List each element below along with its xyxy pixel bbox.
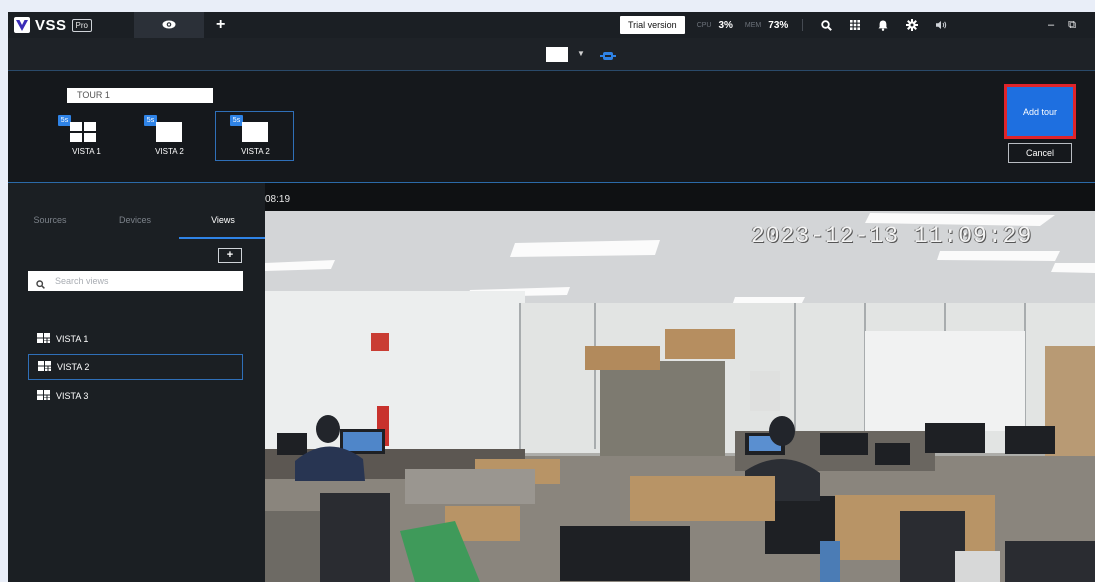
view-layout-icon: [37, 330, 50, 348]
tour-name-field[interactable]: TOUR 1: [67, 88, 213, 103]
view-layout-icon: [37, 387, 50, 405]
vss-app-window: VSS Pro + Trial version CPU 3% MEM 73% –…: [8, 12, 1095, 582]
view-item-vista-3[interactable]: VISTA 3: [28, 383, 243, 409]
mem-value: 73%: [768, 19, 789, 31]
tour-item-label: VISTA 2: [241, 147, 270, 156]
tab-devices[interactable]: Devices: [96, 215, 174, 225]
tour-item-vista-1[interactable]: 5s VISTA 1: [47, 111, 126, 161]
restore-button[interactable]: ⧉: [1068, 19, 1076, 32]
cpu-label: CPU: [696, 21, 712, 29]
grid-icon[interactable]: [850, 20, 861, 30]
stream-icon[interactable]: [600, 48, 616, 66]
view-item-vista-1[interactable]: VISTA 1: [28, 326, 243, 352]
vss-logo-icon: [14, 17, 30, 33]
logo-text: VSS: [35, 16, 67, 34]
minimize-button[interactable]: –: [1048, 19, 1054, 31]
vss-logo: VSS Pro: [14, 17, 134, 34]
single-layout-icon: [242, 122, 268, 142]
bell-icon[interactable]: [878, 20, 888, 31]
tour-item-label: VISTA 2: [155, 147, 184, 156]
add-tour-button[interactable]: Add tour: [1004, 84, 1076, 139]
camera-scene: [265, 211, 1095, 582]
view-item-label: VISTA 1: [56, 334, 89, 344]
mem-label: MEM: [744, 21, 762, 29]
cancel-button[interactable]: Cancel: [1008, 143, 1072, 163]
gear-icon[interactable]: [906, 19, 919, 31]
topbar-status: Trial version CPU 3% MEM 73%: [620, 12, 966, 38]
layout-toolbar: ▼: [8, 38, 1095, 71]
tour-editor-panel: TOUR 1 5s VISTA 1 5s VISTA 2 5s VISTA 2 …: [8, 71, 1095, 183]
camera-live-view[interactable]: 2023-12-13 11:09:29: [265, 211, 1095, 582]
layout-selector[interactable]: [546, 47, 568, 62]
pro-badge: Pro: [71, 18, 92, 32]
top-bar: VSS Pro + Trial version CPU 3% MEM 73% –…: [8, 12, 1095, 38]
sidebar-tabs: Sources Devices Views: [8, 183, 265, 240]
divider: [802, 19, 804, 31]
tab-views[interactable]: Views: [184, 215, 262, 225]
chevron-down-icon[interactable]: ▼: [577, 49, 585, 58]
view-item-vista-2[interactable]: VISTA 2: [28, 354, 243, 380]
cpu-value: 3%: [718, 19, 733, 31]
camera-timestamp-overlay: 2023-12-13 11:09:29: [751, 223, 1033, 249]
view-layout-icon: [38, 358, 51, 376]
add-view-button[interactable]: +: [218, 248, 242, 263]
search-icon[interactable]: [821, 19, 833, 31]
search-views-input[interactable]: [55, 273, 235, 289]
sidebar: Sources Devices Views + VISTA 1 VISTA 2: [8, 183, 265, 582]
eye-icon: [162, 16, 176, 34]
tab-sources[interactable]: Sources: [11, 215, 89, 225]
view-item-label: VISTA 2: [57, 362, 90, 372]
single-layout-icon: [156, 122, 182, 142]
active-tab-indicator: [179, 237, 265, 239]
tour-item-vista-2-selected[interactable]: 5s VISTA 2: [215, 111, 294, 161]
quad-layout-icon: [70, 122, 96, 142]
tour-item-label: VISTA 1: [72, 147, 101, 156]
search-views-box: [28, 271, 243, 291]
camera-header: 08:19: [265, 183, 1095, 211]
window-controls: – ⧉: [1048, 12, 1076, 38]
add-tab-button[interactable]: +: [216, 16, 225, 34]
search-icon: [36, 276, 45, 294]
tour-item-vista-2[interactable]: 5s VISTA 2: [130, 111, 209, 161]
trial-version-button[interactable]: Trial version: [620, 16, 685, 34]
camera-header-time: 08:19: [265, 194, 291, 205]
view-item-label: VISTA 3: [56, 391, 89, 401]
tab-live-view[interactable]: [134, 12, 204, 38]
speaker-icon[interactable]: [936, 20, 948, 30]
